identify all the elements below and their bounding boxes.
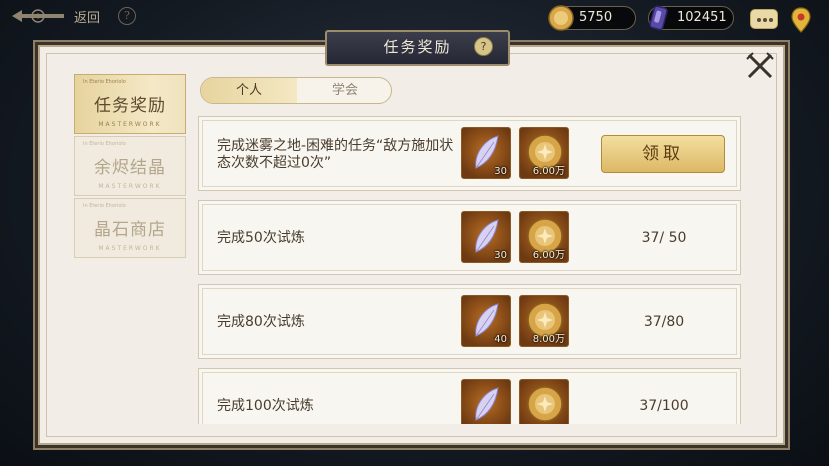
reward-item[interactable]: 30 xyxy=(461,127,511,179)
reward-quantity: 8.00万 xyxy=(532,334,565,345)
sidebar-item-label: 任务奖励 xyxy=(94,96,166,116)
sidebar-item-sub-text: MASTERWORK xyxy=(98,183,162,190)
reward-quantity: 30 xyxy=(494,250,507,261)
sidebar-item-top-text: In Eterio Ehoriolo xyxy=(83,141,126,147)
back-label: 返回 xyxy=(74,10,101,26)
reward-quantity: 40 xyxy=(494,334,507,345)
tab-guild[interactable]: 学会 xyxy=(297,78,391,103)
gold-amount: 5750 xyxy=(579,10,613,25)
task-progress: 37/ 50 xyxy=(641,230,687,246)
task-row: 完成迷雾之地-困难的任务“敌方施加状态次数不超过0次” 30 6.00万 领取 xyxy=(198,116,741,191)
task-row: 完成50次试炼 30 6.00万 37/ 50 xyxy=(198,200,741,275)
gold-coin-icon xyxy=(527,386,563,422)
crystal-counter: 102451 xyxy=(648,5,734,31)
tab-bar: 个人 学会 xyxy=(200,77,392,104)
reward-item[interactable] xyxy=(519,379,569,424)
task-progress: 37/80 xyxy=(643,314,685,330)
reward-quantity: 6.00万 xyxy=(532,166,565,177)
sidebar-item-top-text: In Eterio Ehoriolo xyxy=(83,203,126,209)
task-description: 完成50次试炼 xyxy=(217,230,305,246)
reward-quantity: 30 xyxy=(494,166,507,177)
close-icon[interactable] xyxy=(744,50,776,82)
task-row: 完成80次试炼 40 8.00万 37/80 xyxy=(198,284,741,359)
sidebar-item-top-text: In Eterio Ehoriolo xyxy=(83,79,126,85)
task-list[interactable]: 完成迷雾之地-困难的任务“敌方施加状态次数不超过0次” 30 6.00万 领取 … xyxy=(198,116,741,424)
help-button[interactable]: ? xyxy=(118,7,136,25)
gold-coin-icon xyxy=(548,5,574,31)
title-help-button[interactable]: ? xyxy=(474,37,493,56)
sidebar-item-task-rewards[interactable]: In Eterio Ehoriolo 任务奖励 MASTERWORK xyxy=(74,74,186,134)
sidebar-item-sub-text: MASTERWORK xyxy=(98,121,162,128)
feather-crystal-icon xyxy=(475,387,499,421)
claim-button[interactable]: 领取 xyxy=(601,135,725,173)
crystal-amount: 102451 xyxy=(677,10,727,25)
sidebar-item-label: 晶石商店 xyxy=(94,220,166,240)
task-description: 完成迷雾之地-困难的任务“敌方施加状态次数不超过0次” xyxy=(217,137,454,171)
sidebar-item-sub-text: MASTERWORK xyxy=(98,245,162,252)
reward-item[interactable]: 8.00万 xyxy=(519,295,569,347)
chat-bubble-icon[interactable] xyxy=(750,9,778,29)
task-row: 完成100次试炼 37/100 xyxy=(198,368,741,424)
task-progress: 37/100 xyxy=(639,398,689,414)
gold-counter: 5750 xyxy=(548,5,636,31)
task-description: 完成80次试炼 xyxy=(217,314,305,330)
reward-item[interactable]: 40 xyxy=(461,295,511,347)
ornate-back-arrow-icon xyxy=(12,9,64,23)
tab-personal[interactable]: 个人 xyxy=(201,78,297,103)
map-pin-icon[interactable] xyxy=(790,7,812,33)
reward-quantity: 6.00万 xyxy=(532,250,565,261)
task-description: 完成100次试炼 xyxy=(217,398,314,414)
purple-crystal-icon xyxy=(649,5,668,31)
reward-item[interactable]: 6.00万 xyxy=(519,211,569,263)
sidebar-item-label: 余烬结晶 xyxy=(94,158,166,178)
reward-item[interactable] xyxy=(461,379,511,424)
sidebar-item-crystal-shop[interactable]: In Eterio Ehoriolo 晶石商店 MASTERWORK xyxy=(74,198,186,258)
reward-item[interactable]: 30 xyxy=(461,211,511,263)
reward-item[interactable]: 6.00万 xyxy=(519,127,569,179)
back-button[interactable]: 返回 xyxy=(8,4,100,28)
sidebar-item-ember-crystal[interactable]: In Eterio Ehoriolo 余烬结晶 MASTERWORK xyxy=(74,136,186,196)
